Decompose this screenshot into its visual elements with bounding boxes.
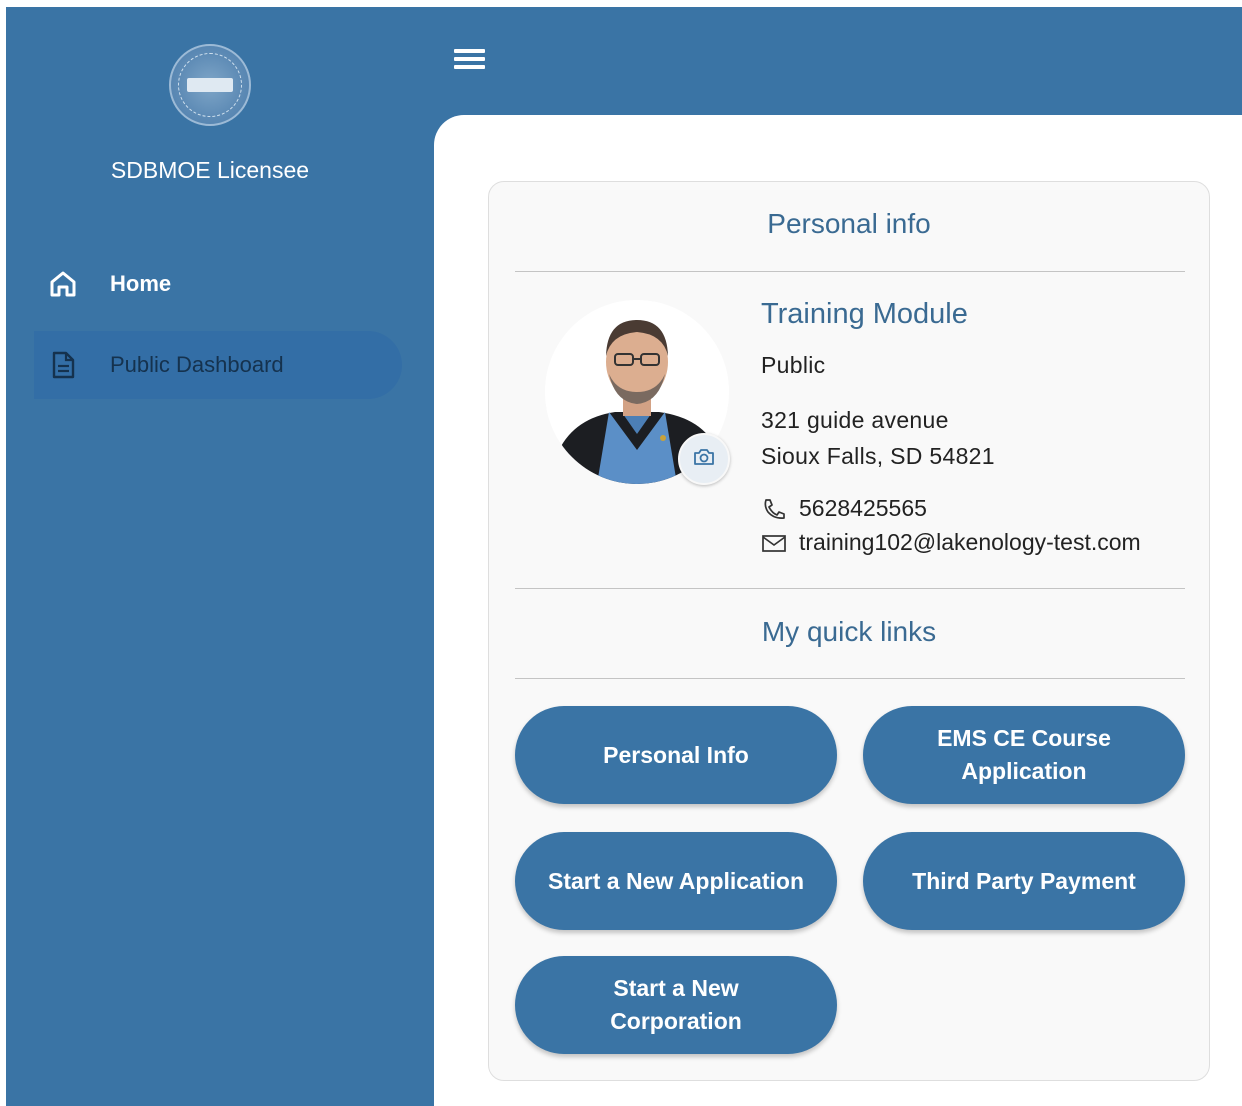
email-row: training102@lakenology-test.com — [761, 529, 1141, 556]
phone-number: 5628425565 — [799, 495, 927, 521]
ems-ce-course-application-button[interactable]: EMS CE Course Application — [863, 706, 1185, 804]
divider — [515, 271, 1185, 272]
personal-info-button[interactable]: Personal Info — [515, 706, 837, 804]
third-party-payment-button[interactable]: Third Party Payment — [863, 832, 1185, 930]
licensee-role: Public — [761, 352, 826, 378]
sidebar-item-public-dashboard[interactable]: Public Dashboard — [34, 331, 402, 399]
change-photo-button[interactable] — [678, 433, 730, 485]
phone-row: 5628425565 — [761, 495, 927, 522]
address-line-2: Sioux Falls, SD 54821 — [761, 443, 995, 469]
main-content: Personal info Training Module Public 321… — [434, 115, 1242, 1106]
personal-info-title: Personal info — [767, 208, 931, 239]
email-icon — [761, 531, 787, 555]
document-icon — [48, 350, 78, 380]
sidebar: SDBMOE Licensee Home Public Dashboard — [6, 7, 434, 1106]
personal-info-card: Personal info Training Module Public 321… — [488, 181, 1210, 1081]
sidebar-item-home[interactable]: Home — [34, 250, 402, 318]
state-seal-icon — [169, 44, 251, 126]
start-new-application-button[interactable]: Start a New Application — [515, 832, 837, 930]
camera-icon — [692, 447, 716, 472]
divider — [515, 588, 1185, 589]
address-line-1: 321 guide avenue — [761, 407, 949, 433]
sidebar-item-label: Public Dashboard — [110, 352, 284, 377]
hamburger-menu-icon[interactable] — [454, 49, 488, 75]
phone-icon — [761, 497, 787, 521]
start-new-corporation-button[interactable]: Start a New Corporation — [515, 956, 837, 1054]
app-shell: SDBMOE Licensee Home Public Dashboard Pe… — [6, 7, 1242, 1106]
divider — [515, 678, 1185, 679]
quick-links-title: My quick links — [761, 616, 937, 647]
licensee-name: Training Module — [761, 298, 968, 330]
sidebar-item-label: Home — [110, 271, 172, 296]
app-name: SDBMOE Licensee — [110, 157, 310, 183]
home-icon — [48, 269, 78, 299]
email-address[interactable]: training102@lakenology-test.com — [799, 529, 1141, 556]
